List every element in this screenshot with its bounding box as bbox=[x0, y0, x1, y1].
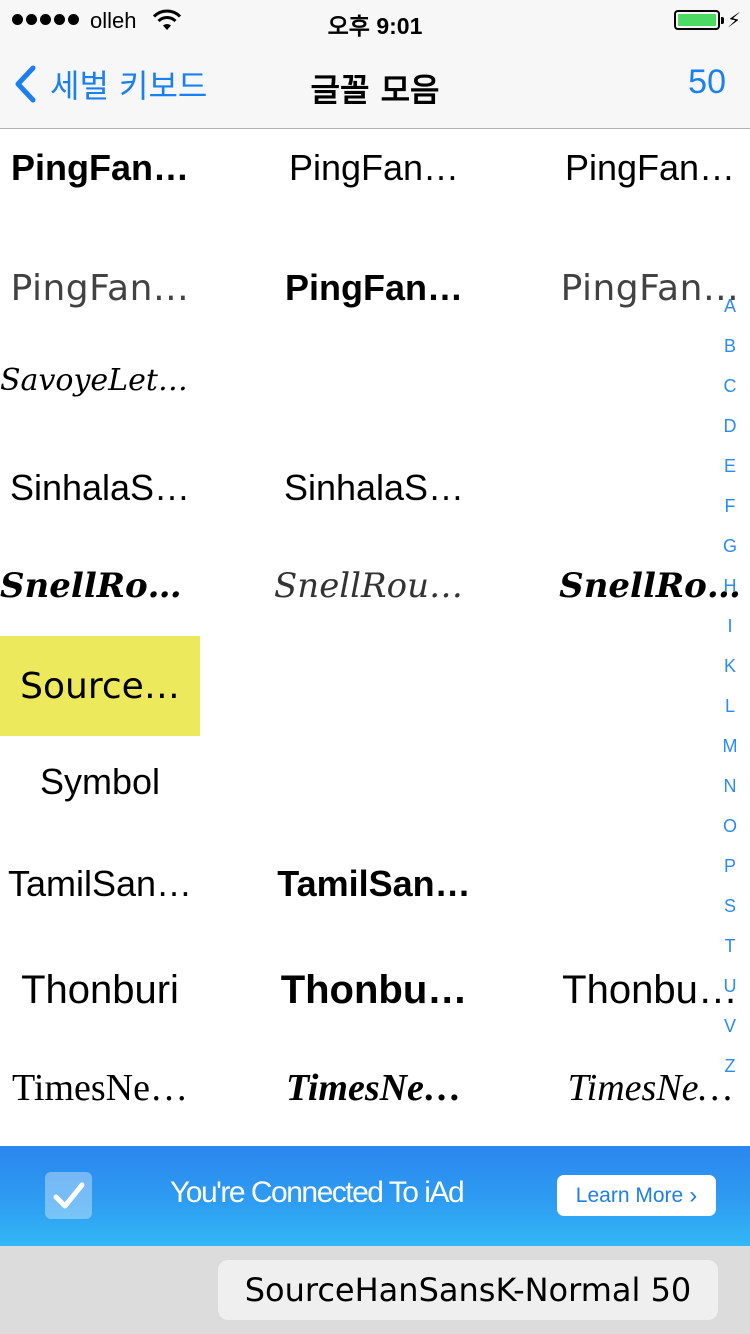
font-cell[interactable]: Thonbu… bbox=[274, 940, 474, 1040]
navigation-bar: 세벌 키보드 글꼴 모음 50 bbox=[0, 40, 750, 129]
index-letter[interactable]: G bbox=[712, 526, 748, 566]
index-letter[interactable]: S bbox=[712, 886, 748, 926]
ad-text: You're Connected To iAd bbox=[170, 1176, 465, 1209]
font-grid: PingFan… PingFan… PingFan… PingFan… Ping… bbox=[0, 130, 750, 1146]
learn-more-button[interactable]: Learn More › bbox=[557, 1175, 716, 1216]
index-letter[interactable]: N bbox=[712, 766, 748, 806]
font-cell[interactable]: TamilSan… bbox=[274, 834, 474, 934]
index-letter[interactable]: T bbox=[712, 926, 748, 966]
font-cell[interactable]: SnellRoun… bbox=[274, 536, 474, 636]
checkmark-icon bbox=[45, 1172, 92, 1219]
font-cell[interactable]: TimesNe… bbox=[274, 1038, 474, 1138]
selected-font-button[interactable]: SourceHanSansK-Normal 50 bbox=[218, 1260, 718, 1320]
index-letter[interactable]: K bbox=[712, 646, 748, 686]
index-letter[interactable]: U bbox=[712, 966, 748, 1006]
font-cell[interactable]: PingFan… bbox=[0, 130, 200, 205]
status-bar: olleh 오후 9:01 ⚡ bbox=[0, 0, 750, 40]
status-time: 오후 9:01 bbox=[327, 13, 423, 39]
bottom-bar: SourceHanSansK-Normal 50 bbox=[0, 1246, 750, 1334]
index-letter[interactable]: A bbox=[712, 286, 748, 326]
index-letter[interactable]: L bbox=[712, 686, 748, 726]
index-letter[interactable]: H bbox=[712, 566, 748, 606]
index-letter[interactable]: Z bbox=[712, 1046, 748, 1086]
font-row: PingFan… PingFan… PingFan… bbox=[0, 130, 750, 205]
index-letter[interactable]: B bbox=[712, 326, 748, 366]
font-row: TimesNe… TimesNe… TimesNe… bbox=[0, 1038, 750, 1138]
index-letter[interactable]: D bbox=[712, 406, 748, 446]
chevron-right-icon: › bbox=[689, 1181, 698, 1209]
iad-banner[interactable]: You're Connected To iAd Learn More › bbox=[0, 1146, 750, 1246]
index-letter[interactable]: V bbox=[712, 1006, 748, 1046]
index-letter[interactable]: P bbox=[712, 846, 748, 886]
font-row: SavoyeLetPlain bbox=[0, 330, 750, 430]
index-letter[interactable]: O bbox=[712, 806, 748, 846]
font-cell[interactable]: PingFan… bbox=[274, 238, 474, 338]
font-cell[interactable]: TamilSan… bbox=[0, 834, 200, 934]
font-row: SnellRou… SnellRoun… SnellRo… bbox=[0, 536, 750, 636]
font-cell[interactable]: SnellRou… bbox=[0, 536, 200, 636]
page-title: 글꼴 모음 bbox=[310, 71, 440, 109]
index-letter[interactable]: E bbox=[712, 446, 748, 486]
font-row: SinhalaS… SinhalaS… bbox=[0, 438, 750, 538]
font-row: TamilSan… TamilSan… bbox=[0, 834, 750, 934]
font-cell[interactable]: SinhalaS… bbox=[0, 438, 200, 538]
font-row: Symbol bbox=[0, 732, 750, 832]
font-cell[interactable]: Symbol bbox=[0, 732, 200, 832]
index-letter[interactable]: C bbox=[712, 366, 748, 406]
font-cell[interactable]: Thonburi bbox=[0, 940, 200, 1040]
font-cell-selected[interactable]: Source… bbox=[0, 636, 200, 736]
font-row: Source… bbox=[0, 636, 750, 736]
font-cell[interactable]: SinhalaS… bbox=[274, 438, 474, 538]
index-letter[interactable]: F bbox=[712, 486, 748, 526]
learn-more-label: Learn More bbox=[575, 1183, 684, 1207]
index-letter[interactable]: M bbox=[712, 726, 748, 766]
font-cell[interactable]: TimesNe… bbox=[0, 1038, 200, 1138]
font-cell[interactable]: PingFan… bbox=[550, 130, 750, 205]
font-count[interactable]: 50 bbox=[688, 63, 726, 102]
font-cell[interactable]: SavoyeLetPlain bbox=[0, 330, 200, 430]
index-letter[interactable]: I bbox=[712, 606, 748, 646]
font-cell[interactable]: PingFan… bbox=[274, 130, 474, 205]
font-row: Thonburi Thonbu… Thonbu… bbox=[0, 940, 750, 1040]
font-cell[interactable]: PingFan… bbox=[0, 238, 200, 338]
battery-icon bbox=[674, 10, 724, 30]
font-row: PingFan… PingFan… PingFan… bbox=[0, 238, 750, 338]
charging-bolt-icon: ⚡ bbox=[727, 10, 742, 32]
section-index[interactable]: A B C D E F G H I K L M N O P S T U V Z bbox=[712, 286, 748, 1086]
